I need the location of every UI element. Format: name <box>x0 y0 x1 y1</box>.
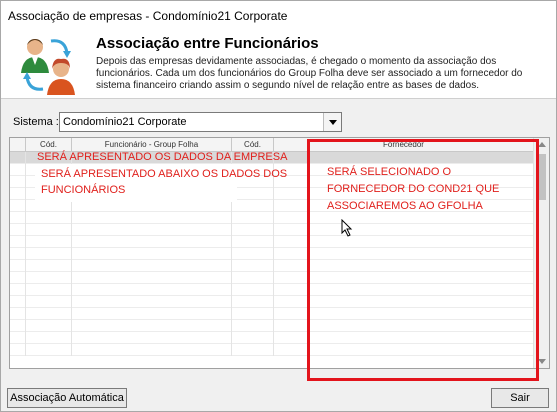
scroll-up-icon[interactable] <box>538 142 546 147</box>
cell-divider <box>10 308 274 320</box>
cell-divider <box>10 212 274 224</box>
cell-divider <box>10 320 274 332</box>
cell-divider <box>10 248 274 260</box>
highlight-box-fornecedor <box>307 139 539 381</box>
cell-divider <box>10 296 274 308</box>
sistema-select-value: Condomínio21 Corporate <box>63 116 187 128</box>
employees-association-icon <box>21 39 75 95</box>
annotation-empresa: SERÁ APRESENTADO OS DADOS DA EMPRESA <box>37 151 288 163</box>
page-title: Associação entre Funcionários <box>96 35 319 52</box>
cell-divider <box>10 224 274 236</box>
cell-divider <box>10 284 274 296</box>
footer-bar: Associação Automática Sair <box>1 381 556 411</box>
title-bar: Associação de empresas - Condomínio21 Co… <box>1 1 556 31</box>
annotation-funcionarios-line2: FUNCIONÁRIOS <box>41 184 126 196</box>
annotation-funcionarios-line1: SERÁ APRESENTADO ABAIXO OS DADOS DOS <box>41 168 288 180</box>
cell-divider <box>10 332 274 344</box>
cell-divider <box>10 344 274 356</box>
cell-divider <box>10 236 274 248</box>
cell-divider <box>10 260 274 272</box>
sistema-select[interactable]: Condomínio21 Corporate <box>59 112 342 132</box>
association-window: Associação de empresas - Condomínio21 Co… <box>0 0 557 412</box>
wizard-header: Associação entre Funcionários Depois das… <box>1 31 556 99</box>
sistema-label: Sistema : <box>13 116 59 128</box>
exit-button[interactable]: Sair <box>491 388 549 408</box>
cell-divider <box>10 272 274 284</box>
automatic-association-button[interactable]: Associação Automática <box>7 388 127 408</box>
scroll-down-icon[interactable] <box>538 359 546 364</box>
window-title: Associação de empresas - Condomínio21 Co… <box>8 9 288 23</box>
mouse-cursor-icon <box>341 219 353 237</box>
chevron-down-icon[interactable] <box>323 113 341 131</box>
column-header-indicator[interactable] <box>10 138 26 152</box>
page-description: Depois das empresas devidamente associad… <box>96 56 523 91</box>
